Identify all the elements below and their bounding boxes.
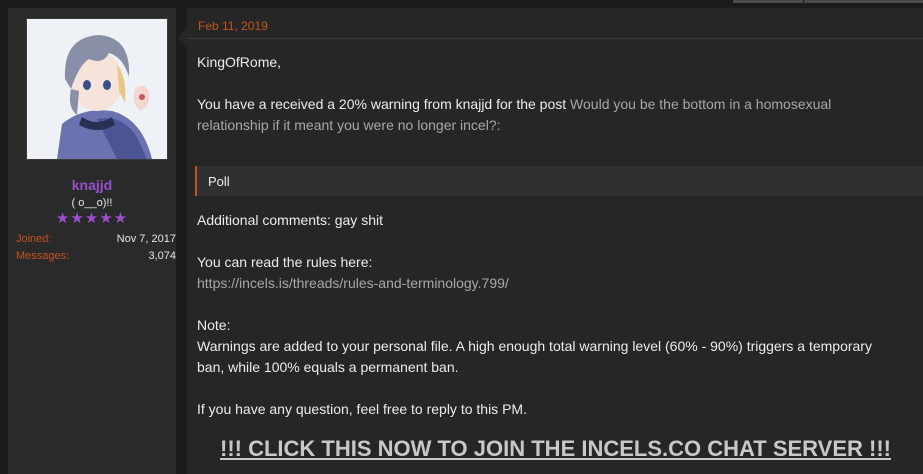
note-heading: Note:: [197, 317, 231, 333]
greeting: KingOfRome,: [197, 54, 282, 70]
warning-paragraph: You have a received a 20% warning from k…: [197, 94, 877, 136]
note-body: Warnings are added to your personal file…: [197, 338, 872, 375]
message-text-bottom: Additional comments: gay shit You can re…: [197, 210, 877, 420]
avatar[interactable]: [26, 18, 168, 160]
poll-label: Poll: [208, 174, 230, 189]
author-username[interactable]: knajjd: [8, 177, 176, 193]
question-text: If you have any question, feel free to r…: [197, 401, 527, 417]
messages-label: Messages:: [16, 250, 70, 262]
joined-row: Joined: Nov 7, 2017: [16, 233, 176, 247]
message-pointer: [177, 28, 187, 48]
message-text-top: KingOfRome, You have a received a 20% wa…: [197, 52, 877, 136]
messages-value[interactable]: 3,074: [148, 250, 176, 262]
warning-text: You have a received a 20% warning from k…: [197, 96, 571, 112]
rules-intro: You can read the rules here:: [197, 254, 373, 270]
avatar-image: [27, 19, 167, 159]
joined-value: Nov 7, 2017: [116, 233, 176, 245]
message-body: Feb 11, 2019 KingOfRome, You have a rece…: [187, 8, 923, 474]
messages-row: Messages: 3,074: [16, 250, 176, 264]
additional-comments: Additional comments: gay shit: [197, 212, 383, 228]
chat-server-link[interactable]: !!! CLICK THIS NOW TO JOIN THE INCELS.CO…: [220, 436, 891, 462]
author-title: ( o__o)!!: [71, 197, 113, 209]
poll-quote: Poll: [195, 166, 923, 196]
rating-stars: ★★★★★: [55, 210, 129, 227]
top-bar: [733, 0, 923, 3]
author-sidebar: knajjd ( o__o)!! ★★★★★ Joined: Nov 7, 20…: [8, 8, 176, 474]
post-date[interactable]: Feb 11, 2019: [198, 19, 268, 33]
joined-label: Joined:: [16, 233, 52, 245]
rules-link[interactable]: https://incels.is/threads/rules-and-term…: [197, 273, 877, 294]
divider: [187, 38, 923, 39]
